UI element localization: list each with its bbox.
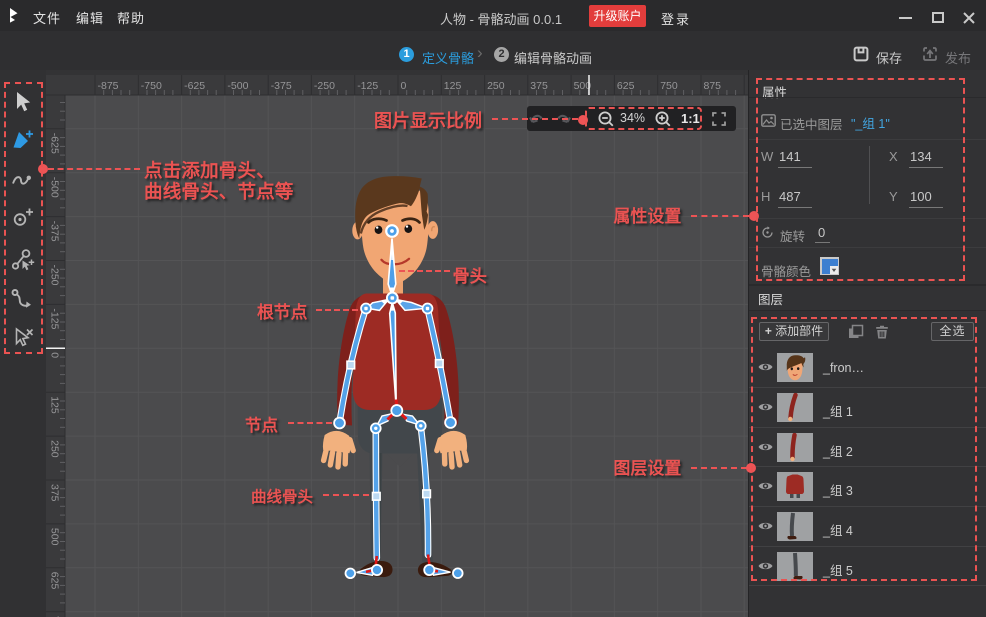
svg-text:-625: -625 xyxy=(184,80,205,92)
svg-text:125: 125 xyxy=(444,80,462,92)
svg-text:-125: -125 xyxy=(49,308,61,329)
svg-text:-250: -250 xyxy=(314,80,335,92)
svg-text:-375: -375 xyxy=(271,80,292,92)
svg-text:250: 250 xyxy=(49,440,61,458)
svg-text:0: 0 xyxy=(49,352,61,358)
svg-text:0: 0 xyxy=(401,80,407,92)
svg-text:250: 250 xyxy=(487,80,505,92)
svg-text:875: 875 xyxy=(704,80,722,92)
svg-text:375: 375 xyxy=(49,484,61,502)
svg-text:-375: -375 xyxy=(49,221,61,242)
svg-text:750: 750 xyxy=(660,80,678,92)
svg-text:-250: -250 xyxy=(49,265,61,286)
svg-text:-125: -125 xyxy=(357,80,378,92)
svg-text:500: 500 xyxy=(49,528,61,546)
svg-text:625: 625 xyxy=(49,572,61,590)
svg-text:375: 375 xyxy=(530,80,548,92)
svg-text:-500: -500 xyxy=(227,80,248,92)
svg-text:-750: -750 xyxy=(141,80,162,92)
svg-text:125: 125 xyxy=(49,396,61,414)
svg-text:-625: -625 xyxy=(49,133,61,154)
svg-text:625: 625 xyxy=(617,80,635,92)
svg-text:-500: -500 xyxy=(49,177,61,198)
svg-text:-875: -875 xyxy=(98,80,119,92)
